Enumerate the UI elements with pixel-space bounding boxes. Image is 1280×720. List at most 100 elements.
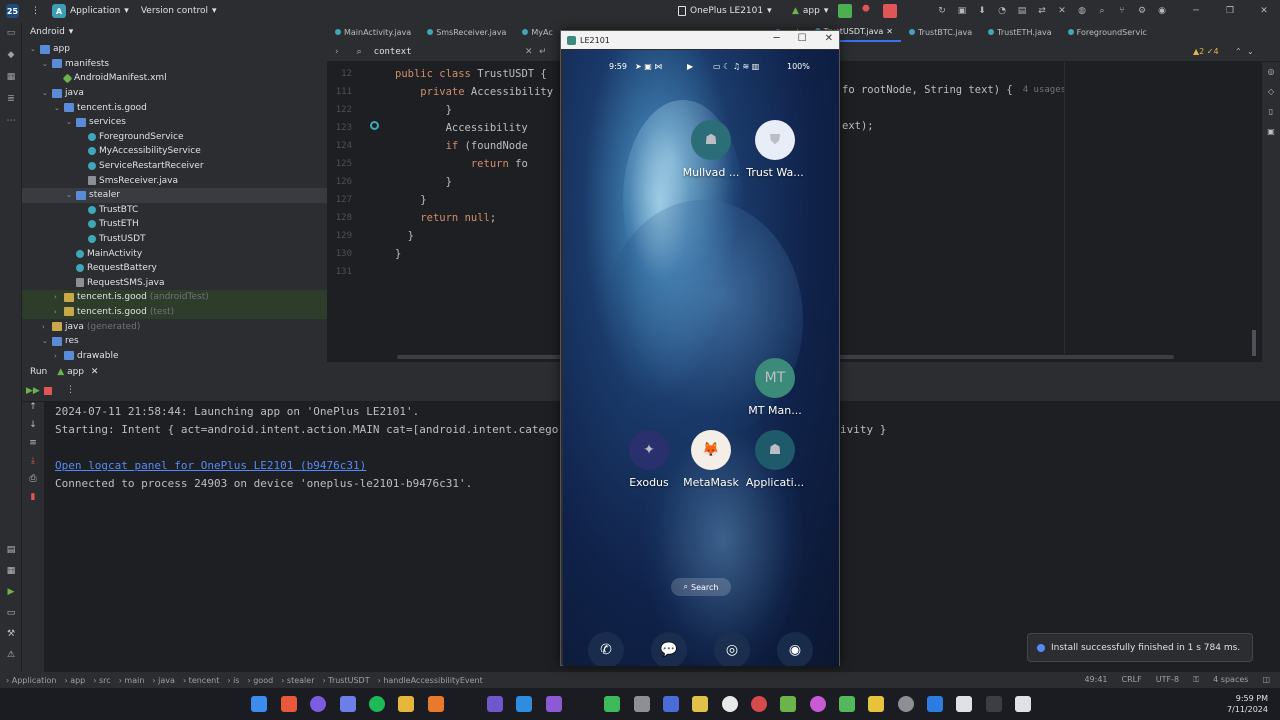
chevron-right-icon[interactable]: › xyxy=(54,308,64,316)
visual-studio-icon[interactable] xyxy=(546,696,562,712)
chrome-icon[interactable]: ◎ xyxy=(714,632,750,666)
project-selector[interactable]: A Application ▾ xyxy=(46,4,135,18)
app-label[interactable]: Trust Wa... xyxy=(740,166,810,179)
app-icon[interactable] xyxy=(722,696,738,712)
device-selector[interactable]: OnePlus LE2101 ▾ xyxy=(672,6,778,16)
device-mirror-window[interactable]: LE2101 ─ ☐ ✕ 9:59 ➤ ▣ ⋈ ▶ ▭ ☾ ♫ ≋ ▥ 100%… xyxy=(560,30,840,666)
editor-vertical-scrollbar[interactable] xyxy=(1252,330,1256,356)
chevron-right-icon[interactable]: › xyxy=(54,293,64,301)
mirror-title-bar[interactable]: LE2101 ─ ☐ ✕ xyxy=(561,31,839,49)
more-icon[interactable]: ⋮ xyxy=(66,385,75,395)
tree-item[interactable]: ⌄ services xyxy=(22,115,327,130)
tree-item[interactable]: RequestSMS.java xyxy=(22,276,327,291)
app-label[interactable]: Exodus xyxy=(614,476,684,489)
run-config-selector[interactable]: ▲ app ▾ xyxy=(786,6,834,16)
start-icon[interactable] xyxy=(251,696,267,712)
resource-manager-icon[interactable]: ▦ xyxy=(0,66,22,88)
app-icon[interactable] xyxy=(751,696,767,712)
inspection-widget[interactable]: ▲2 ✓4 xyxy=(1193,47,1219,56)
gutter-marker-icon[interactable] xyxy=(370,121,379,130)
close-icon[interactable]: ✕ xyxy=(886,27,893,36)
run-button[interactable] xyxy=(838,4,852,18)
scroll-down-icon[interactable]: ↓ xyxy=(22,420,44,438)
terminal-icon[interactable]: ▭ xyxy=(0,608,22,629)
logcat-link[interactable]: Open logcat panel for OnePlus LE2101 (b9… xyxy=(55,459,366,472)
debug-icon[interactable]: ⬣ xyxy=(862,4,870,14)
device-manager-icon[interactable]: ▣ xyxy=(956,5,968,17)
run-tab[interactable]: Run xyxy=(30,367,47,377)
app-icon[interactable] xyxy=(487,696,503,712)
app-icon[interactable] xyxy=(340,696,356,712)
clear-icon[interactable]: ✕ xyxy=(525,47,533,57)
ide-logo[interactable]: 25 xyxy=(0,4,25,18)
binance-icon[interactable] xyxy=(398,696,414,712)
defender-icon[interactable] xyxy=(927,696,943,712)
run-config-tab[interactable]: ▲ app ✕ xyxy=(57,367,98,377)
settings-icon[interactable] xyxy=(898,696,914,712)
tools-icon[interactable]: ✕ xyxy=(1056,5,1068,17)
app-icon[interactable]: ☗ xyxy=(755,430,795,470)
stop-button[interactable] xyxy=(883,4,897,18)
chevron-right-icon[interactable]: › xyxy=(42,323,52,331)
tree-item[interactable]: TrustBTC xyxy=(22,203,327,218)
phone-dialer-icon[interactable]: ✆ xyxy=(588,632,624,666)
file-explorer-icon[interactable] xyxy=(868,696,884,712)
restore-icon[interactable]: ❐ xyxy=(1224,5,1236,17)
breadcrumb-item[interactable]: › good xyxy=(247,676,273,685)
tree-item[interactable]: MyAccessibilityService xyxy=(22,144,327,159)
account-icon[interactable]: ◉ xyxy=(1156,5,1168,17)
metamask-icon[interactable] xyxy=(428,696,444,712)
clear-console-icon[interactable]: ▮ xyxy=(22,492,44,510)
tree-item[interactable]: ⌄ stealer xyxy=(22,187,327,203)
app-icon[interactable] xyxy=(1015,696,1031,712)
app-icon[interactable] xyxy=(956,696,972,712)
newline-icon[interactable]: ↵ xyxy=(539,47,547,57)
soft-wrap-icon[interactable]: ≡ xyxy=(22,438,44,456)
breadcrumb-item[interactable]: › tencent xyxy=(183,676,219,685)
breadcrumb-item[interactable]: › is xyxy=(227,676,239,685)
vscode-icon[interactable] xyxy=(516,696,532,712)
app-quality-icon[interactable]: ▦ xyxy=(0,566,22,587)
app-icon[interactable]: ☗ xyxy=(691,120,731,160)
tree-item[interactable]: › tencent.is.good (test) xyxy=(22,304,327,320)
chevron-down-icon[interactable]: ⌄ xyxy=(30,45,40,53)
terminal-icon[interactable] xyxy=(986,696,1002,712)
android-studio-icon[interactable] xyxy=(604,696,620,712)
tree-item[interactable]: › drawable xyxy=(22,348,327,362)
minimize-icon[interactable]: ─ xyxy=(774,33,780,44)
chevron-down-icon[interactable]: ⌄ xyxy=(66,191,76,199)
tree-item[interactable]: ⌄ res xyxy=(22,334,327,349)
tree-item[interactable]: ⌄ app xyxy=(22,42,327,57)
editor-tab[interactable]: MainActivity.java xyxy=(327,22,419,42)
app-icon[interactable]: ✦ xyxy=(629,430,669,470)
device-panel-icon[interactable]: ▯ xyxy=(1262,102,1280,122)
close-icon[interactable]: ✕ xyxy=(825,33,833,44)
app-icon[interactable] xyxy=(663,696,679,712)
chevron-down-icon[interactable]: ⌄ xyxy=(42,89,52,97)
share-icon[interactable]: ⇄ xyxy=(1036,5,1048,17)
breadcrumb-item[interactable]: › main xyxy=(119,676,145,685)
app-icon[interactable] xyxy=(780,696,796,712)
system-clock[interactable]: 9:59 PM 7/11/2024 xyxy=(1227,693,1268,715)
project-view-selector[interactable]: Android ▾ xyxy=(22,22,327,42)
memory-icon[interactable]: ◫ xyxy=(1262,675,1270,685)
layout-inspector-icon[interactable]: ▤ xyxy=(1016,5,1028,17)
usages-hint[interactable]: 4 usages xyxy=(1023,85,1066,95)
app-icon[interactable] xyxy=(634,696,650,712)
close-icon[interactable]: ✕ xyxy=(1258,5,1270,17)
run-tool-icon[interactable]: ▶ xyxy=(0,587,22,608)
file-encoding[interactable]: UTF-8 xyxy=(1156,675,1179,685)
expand-icon[interactable]: › xyxy=(335,47,339,57)
tree-item[interactable]: TrustETH xyxy=(22,217,327,232)
sync-icon[interactable]: ↻ xyxy=(936,5,948,17)
emulator-panel-icon[interactable]: ▣ xyxy=(1262,122,1280,142)
app-icon[interactable] xyxy=(839,696,855,712)
git-icon[interactable]: ⑂ xyxy=(1116,5,1128,17)
editor-tab[interactable]: MyAc xyxy=(514,22,560,42)
chevron-down-icon[interactable]: ⌄ xyxy=(54,104,64,112)
tree-item[interactable]: ⌄ manifests xyxy=(22,57,327,72)
gradle-panel-icon[interactable]: ◇ xyxy=(1262,82,1280,102)
settings-icon[interactable]: ⚙ xyxy=(1136,5,1148,17)
chevron-right-icon[interactable]: › xyxy=(54,352,64,360)
chevron-down-icon[interactable]: ⌄ xyxy=(42,60,52,68)
